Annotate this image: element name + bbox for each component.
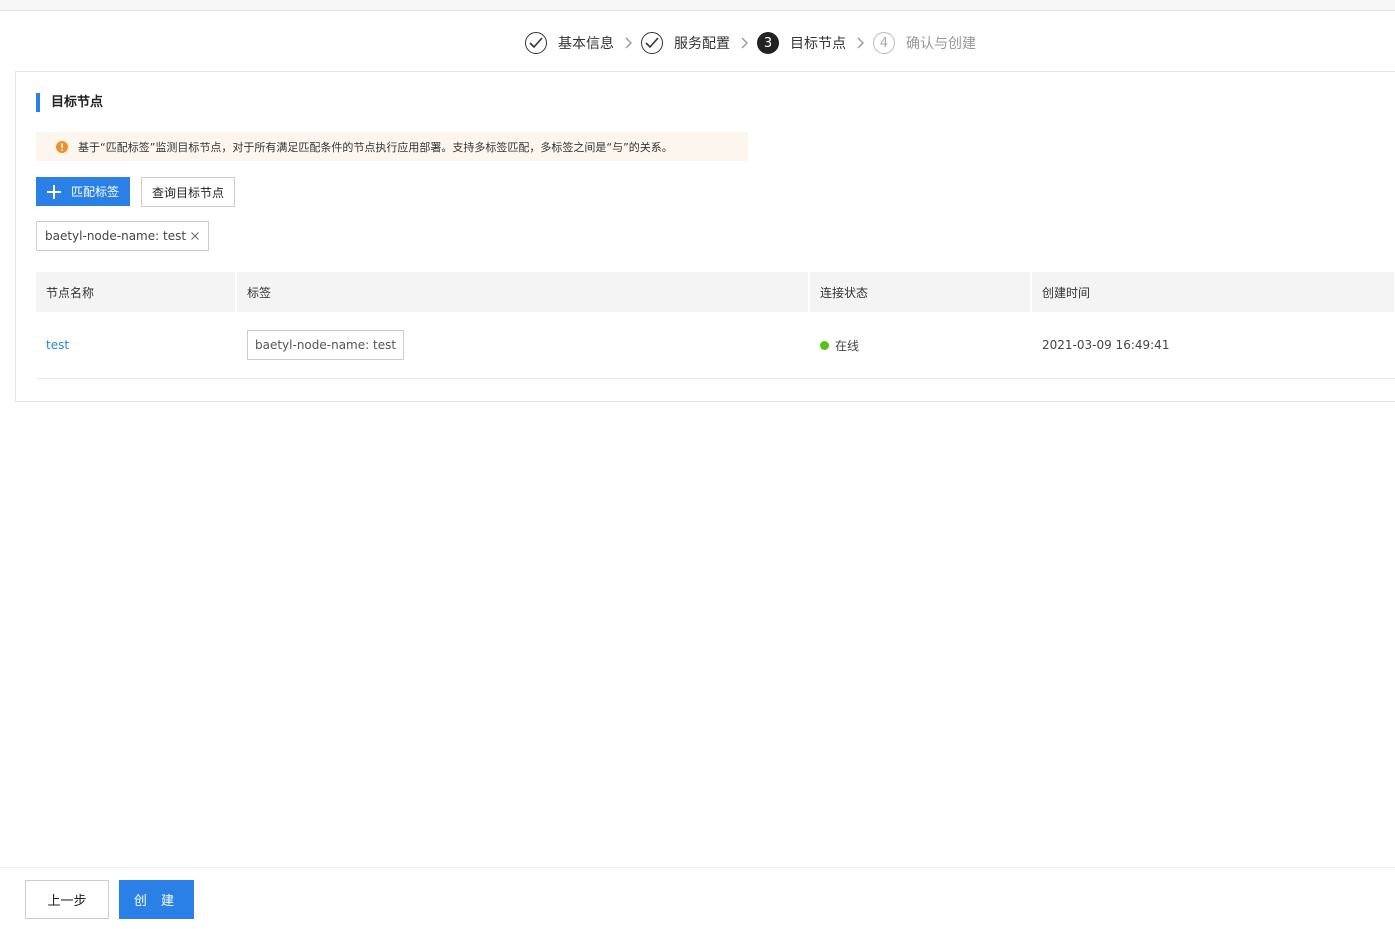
created-time: 2021-03-09 16:49:41 <box>1042 338 1170 352</box>
step-label: 确认与创建 <box>906 36 976 52</box>
check-icon <box>641 32 663 54</box>
step-service-config: 服务配置 <box>641 32 730 54</box>
query-target-nodes-button[interactable]: 查询目标节点 <box>141 177 235 207</box>
section-title: 目标节点 <box>36 93 103 112</box>
step-number: 4 <box>873 32 895 54</box>
step-label: 基本信息 <box>558 36 614 52</box>
column-header-created: 创建时间 <box>1032 272 1395 312</box>
create-button[interactable]: 创 建 <box>119 880 194 919</box>
notice-text: 基于“匹配标签”监测目标节点，对于所有满足匹配条件的节点执行应用部署。支持多标签… <box>78 140 673 154</box>
column-header-node-name: 节点名称 <box>36 272 237 312</box>
warning-circle-icon <box>56 140 68 153</box>
step-number: 3 <box>757 32 779 54</box>
footer-bar: 上一步 创 建 <box>0 867 1395 929</box>
top-bar <box>0 0 1395 11</box>
chevron-right-icon <box>740 37 748 49</box>
table-row: test baetyl-node-name: test 在线 2021-03-0… <box>36 312 1395 379</box>
status-text: 在线 <box>835 338 860 353</box>
chip-label: baetyl-node-name: test <box>45 229 187 243</box>
match-label-button-label: 匹配标签 <box>71 185 120 199</box>
node-name-link[interactable]: test <box>46 338 69 352</box>
previous-step-button[interactable]: 上一步 <box>25 880 109 919</box>
step-target-node: 3 目标节点 <box>757 32 846 54</box>
step-label: 目标节点 <box>790 36 846 52</box>
online-status-dot <box>820 340 829 350</box>
step-basic-info: 基本信息 <box>525 32 614 54</box>
node-label-tag: baetyl-node-name: test <box>247 330 405 360</box>
close-icon[interactable] <box>191 232 199 240</box>
plus-icon <box>47 184 61 199</box>
check-icon <box>525 32 547 54</box>
step-label: 服务配置 <box>674 36 730 52</box>
chevron-right-icon <box>624 37 632 49</box>
match-label-button[interactable]: 匹配标签 <box>36 177 130 206</box>
table-header: 节点名称 标签 连接状态 创建时间 <box>36 272 1395 312</box>
target-node-card: 目标节点 基于“匹配标签”监测目标节点，对于所有满足匹配条件的节点执行应用部署。… <box>15 71 1395 402</box>
node-table: 节点名称 标签 连接状态 创建时间 test baetyl-node-name:… <box>36 272 1395 379</box>
step-confirm-create: 4 确认与创建 <box>873 32 976 54</box>
column-header-status: 连接状态 <box>810 272 1032 312</box>
column-header-label: 标签 <box>237 272 810 312</box>
step-indicator: 基本信息 服务配置 3 目标节点 4 确认与创建 <box>525 30 976 56</box>
chevron-right-icon <box>856 37 864 49</box>
selected-label-chip: baetyl-node-name: test <box>36 221 210 251</box>
notice-banner: 基于“匹配标签”监测目标节点，对于所有满足匹配条件的节点执行应用部署。支持多标签… <box>36 132 748 161</box>
